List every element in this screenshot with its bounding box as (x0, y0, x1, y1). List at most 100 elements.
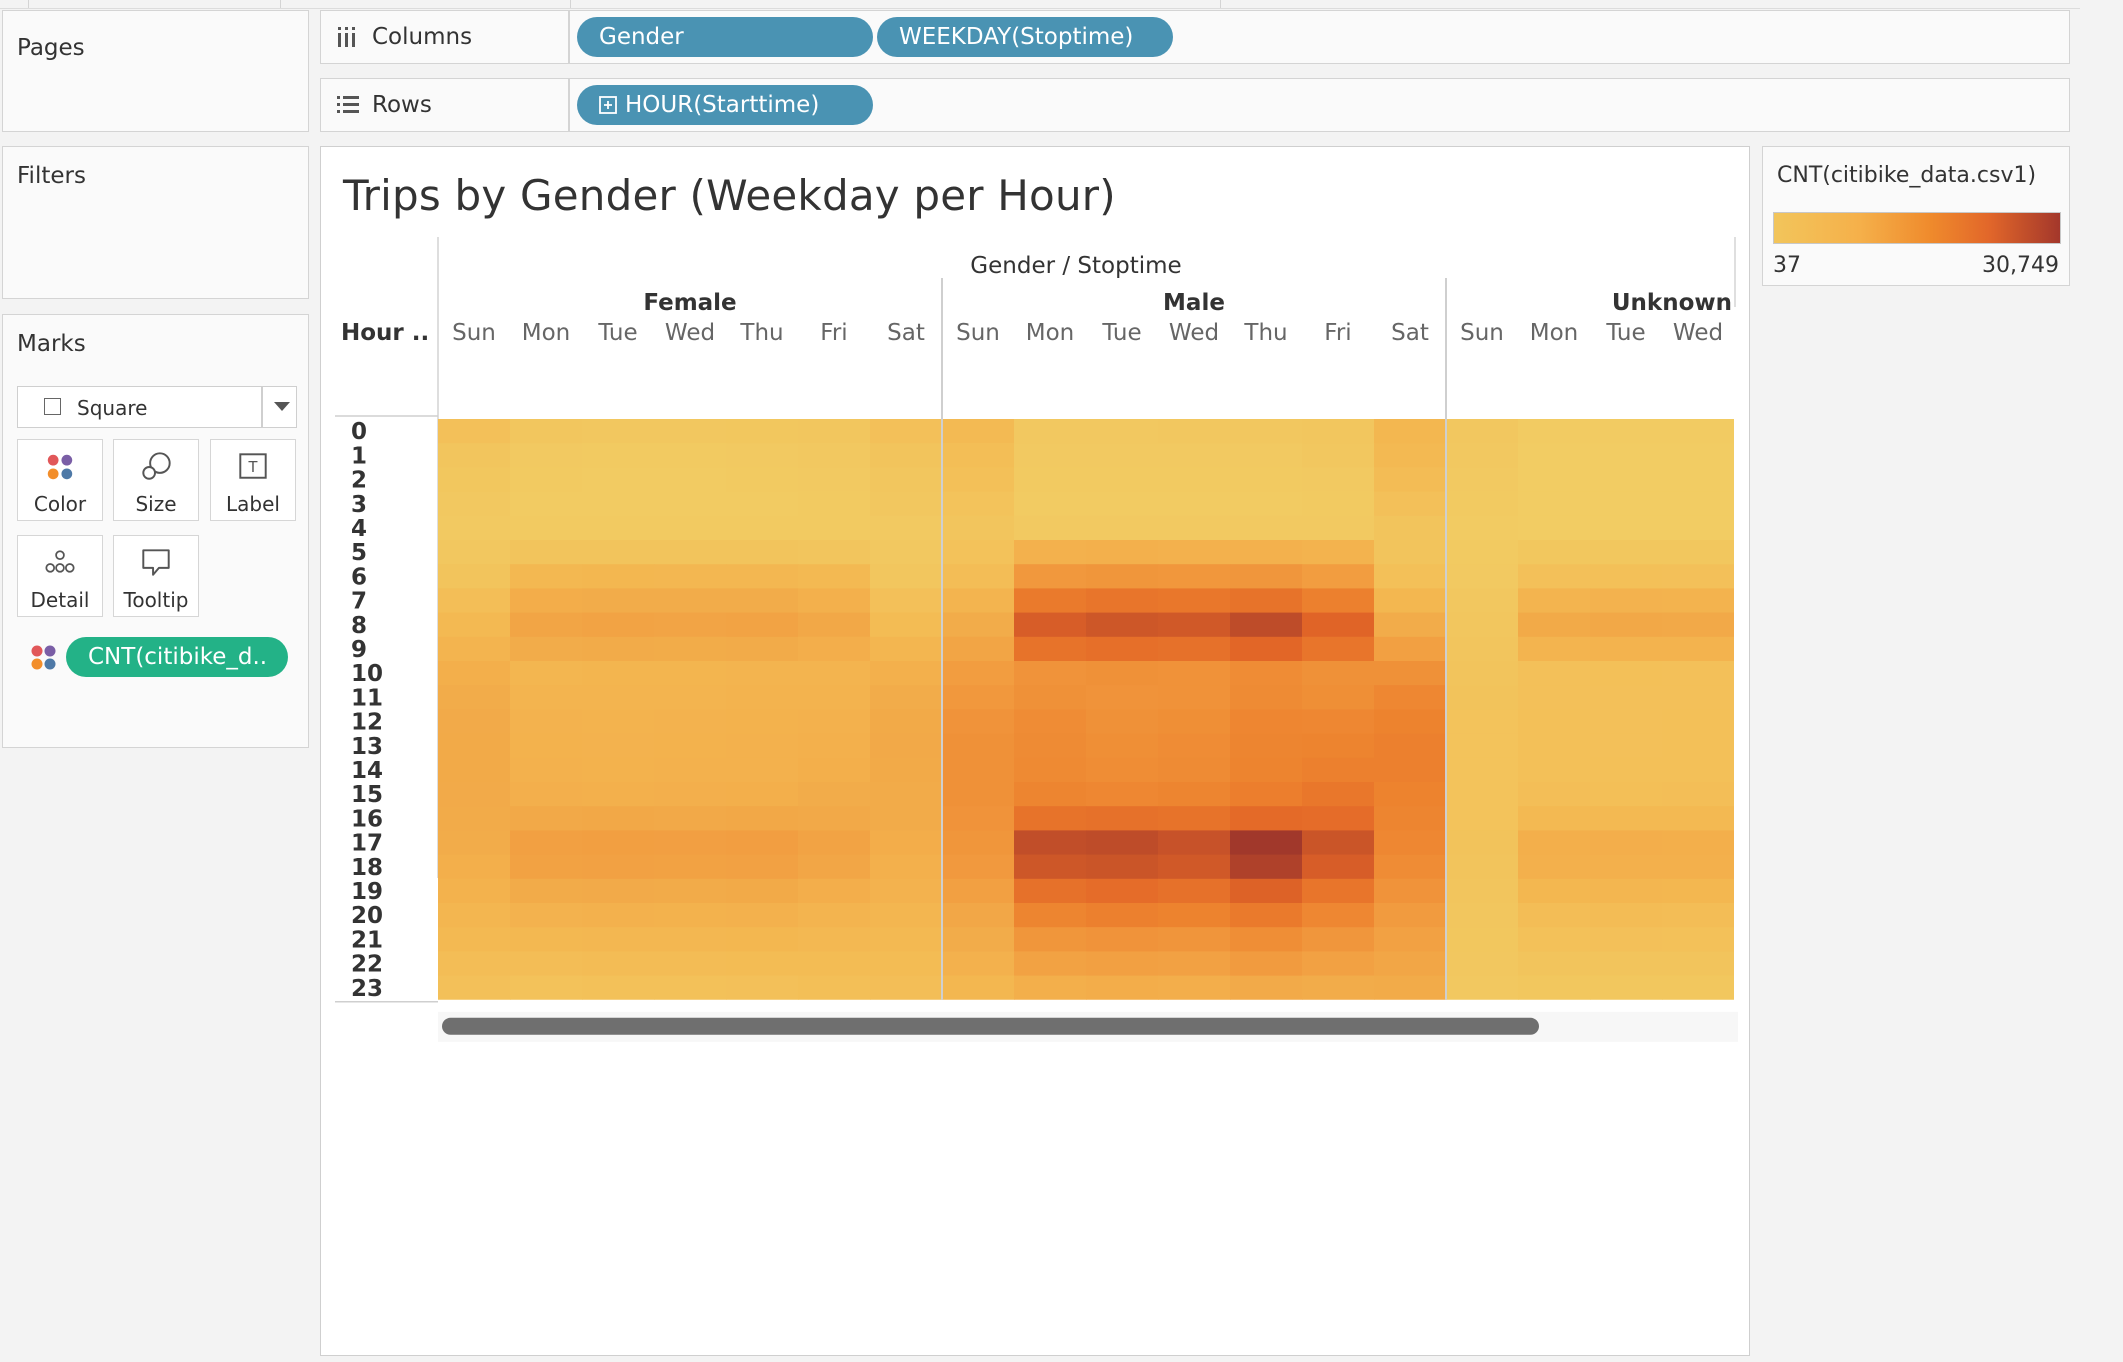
heatmap-cell (726, 927, 799, 952)
mark-type-dropdown[interactable]: Square (17, 386, 297, 428)
heatmap-cell (1086, 951, 1159, 977)
heatmap-cell (510, 975, 583, 1000)
heatmap-cell (1230, 588, 1303, 614)
horizontal-scrollbar-thumb[interactable] (442, 1017, 1539, 1035)
heatmap-cell (438, 806, 511, 831)
heatmap-cell (1014, 806, 1087, 831)
day-header: Sun (1460, 320, 1504, 346)
tooltip-button[interactable]: Tooltip (113, 535, 199, 617)
heatmap-cell (1446, 806, 1519, 831)
heatmap-cell (1374, 927, 1447, 952)
heatmap-cell (438, 757, 511, 783)
heatmap-cell (654, 564, 727, 589)
heatmap-cell (438, 733, 511, 759)
heatmap-cell (654, 515, 727, 541)
heatmap-cell (942, 878, 1015, 904)
heatmap-cell (1662, 661, 1734, 686)
color-field-pill[interactable]: CNT(citibike_d.. (66, 637, 288, 677)
heatmap-cell (1158, 782, 1231, 807)
heatmap-cell (942, 419, 1015, 444)
color-legend[interactable]: CNT(citibike_data.csv1) 37 30,749 (1762, 146, 2070, 286)
rows-pill-hour[interactable]: HOUR(Starttime) (577, 85, 873, 125)
rows-shelf[interactable]: Rows HOUR(Starttime) (320, 78, 2070, 132)
heatmap-cell (1086, 661, 1159, 686)
marks-label: Marks (17, 331, 86, 357)
columns-pill-gender[interactable]: Gender (577, 17, 873, 57)
heatmap-cell (1518, 733, 1591, 759)
heatmap-cell (510, 661, 583, 686)
heatmap-cell (1446, 685, 1519, 710)
heatmap-cell (1158, 757, 1231, 783)
heatmap-cell (1014, 878, 1087, 904)
rows-pill-hour-label: HOUR(Starttime) (625, 92, 820, 118)
size-button[interactable]: Size (113, 439, 199, 521)
heatmap-cell (654, 540, 727, 565)
heatmap-cell (1158, 903, 1231, 928)
heatmap-cell (798, 782, 871, 807)
heatmap-cell (1374, 661, 1447, 686)
heatmap-cell (798, 564, 871, 589)
heatmap-cell (870, 443, 943, 468)
columns-label: Columns (372, 24, 473, 50)
heatmap-cell (1014, 830, 1087, 856)
tableau-workspace: Pages Filters Marks Square Color Size T … (0, 0, 2123, 1362)
heatmap-cell (1662, 975, 1734, 1000)
heatmap-cell (654, 878, 727, 904)
columns-pill-weekday[interactable]: WEEKDAY(Stoptime) (877, 17, 1173, 57)
heatmap-cell (1230, 951, 1303, 977)
day-header: Fri (1324, 320, 1351, 346)
legend-title: CNT(citibike_data.csv1) (1777, 163, 2037, 188)
heatmap-cell (1158, 515, 1231, 541)
heatmap-cell (1446, 782, 1519, 807)
heatmap-cell (870, 588, 943, 614)
heatmap-cell (1374, 782, 1447, 807)
heatmap-chart: Gender / Stoptime Female Male Unknown Hour .… (335, 237, 1738, 1042)
heatmap-cell (726, 588, 799, 614)
heatmap-cell (942, 588, 1015, 614)
hour-label: 18 (351, 855, 383, 881)
label-button[interactable]: T Label (210, 439, 296, 521)
filters-card[interactable]: Filters (2, 146, 309, 299)
heatmap-cell (582, 927, 655, 952)
heatmap-cell (870, 757, 943, 783)
mark-type-value: Square (77, 396, 148, 420)
heatmap-cell (1662, 636, 1734, 662)
pages-card[interactable]: Pages (2, 10, 309, 132)
heatmap-cell (1230, 491, 1303, 517)
hour-label: 2 (351, 468, 367, 494)
heatmap-cell (1518, 540, 1591, 565)
day-header: Mon (1026, 320, 1075, 346)
heatmap-cell (654, 709, 727, 735)
heatmap-cell (1014, 491, 1087, 517)
heatmap-cell (1302, 903, 1375, 928)
heatmap-cell (1662, 491, 1734, 517)
detail-button[interactable]: Detail (17, 535, 103, 617)
heatmap-cell (1518, 564, 1591, 589)
hour-label: 7 (351, 589, 367, 615)
heatmap-cell (1302, 685, 1375, 710)
heatmap-cell (1158, 878, 1231, 904)
heatmap-cell (1302, 854, 1375, 880)
columns-shelf[interactable]: Columns Gender WEEKDAY(Stoptime) (320, 10, 2070, 64)
heatmap-cell (1158, 975, 1231, 1000)
columns-icon (338, 27, 355, 47)
heatmap-cell (1086, 782, 1159, 807)
heatmap-cell (1590, 515, 1663, 541)
color-button[interactable]: Color (17, 439, 103, 521)
heatmap-cell (1086, 443, 1159, 468)
heatmap-cell (1374, 757, 1447, 783)
heatmap-cell (654, 685, 727, 710)
heatmap-cell (582, 782, 655, 807)
heatmap-cell (726, 854, 799, 880)
day-header: Wed (1673, 320, 1723, 346)
heatmap-cell (798, 757, 871, 783)
heatmap-cell (1590, 419, 1663, 444)
heatmap-cell (1302, 709, 1375, 735)
heatmap-cell (1014, 515, 1087, 541)
row-header-label: Hour .. (341, 320, 429, 346)
group-header-male: Male (1163, 290, 1225, 316)
heatmap-cell (438, 419, 511, 444)
heatmap-cell (1590, 975, 1663, 1000)
heatmap-cell (1518, 661, 1591, 686)
hour-label: 8 (351, 613, 367, 639)
